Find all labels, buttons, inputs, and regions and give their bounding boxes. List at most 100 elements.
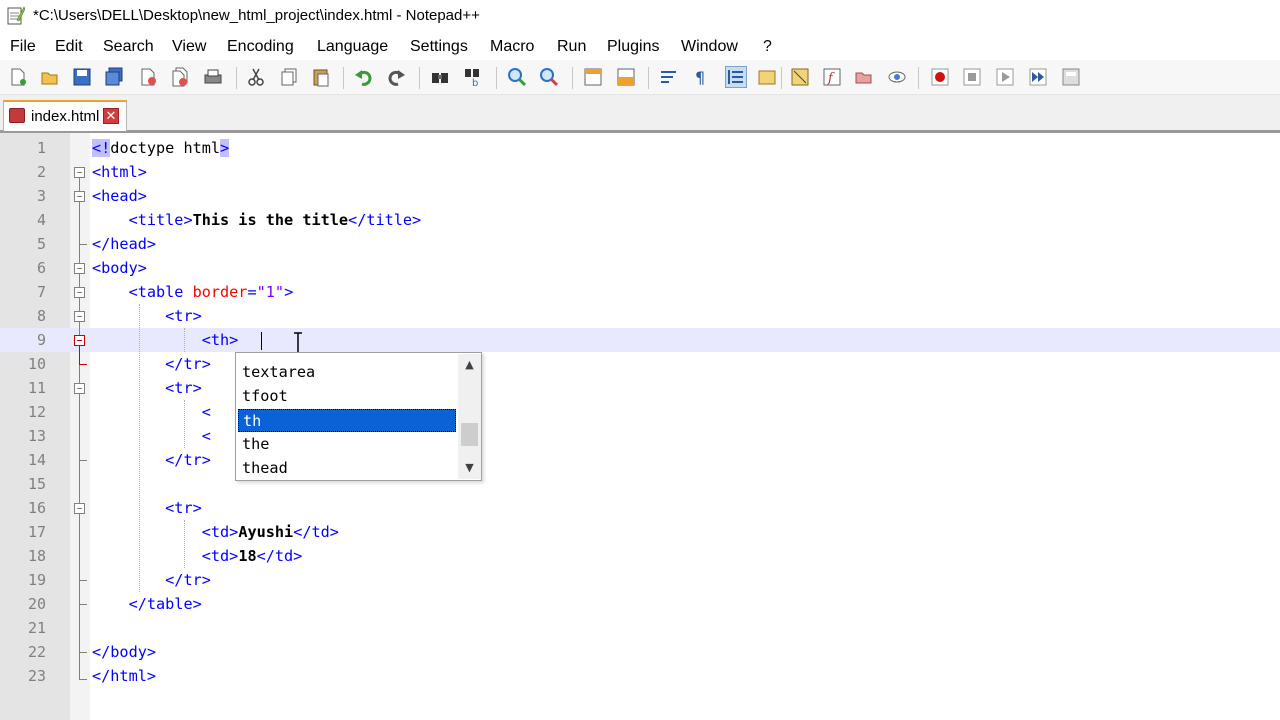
line-number: 13 (27, 427, 46, 445)
line-number: 1 (36, 139, 46, 157)
code-token: doctype html (110, 139, 221, 157)
scroll-down-icon[interactable]: ▼ (458, 457, 481, 479)
fold-toggle-icon[interactable] (74, 263, 85, 274)
menu-help[interactable]: ? (763, 38, 772, 56)
window-title: *C:\Users\DELL\Desktop\new_html_project\… (33, 7, 480, 24)
folder-workspace-icon[interactable] (854, 67, 874, 87)
menu-view[interactable]: View (172, 38, 206, 56)
code-line: 11 <tr> (0, 376, 1280, 400)
line-number: 11 (27, 379, 46, 397)
monitoring-icon[interactable] (887, 67, 907, 87)
fold-end-marker (79, 679, 87, 680)
replace-icon[interactable]: b (463, 67, 483, 87)
print-icon[interactable] (203, 67, 223, 87)
autocomplete-item-selected[interactable]: th (238, 409, 456, 432)
tab-close-icon[interactable]: ✕ (103, 108, 119, 124)
cut-icon[interactable] (246, 67, 266, 87)
menu-plugins[interactable]: Plugins (607, 38, 659, 56)
autocomplete-scrollbar[interactable]: ▲ ▼ (458, 354, 481, 479)
notepad-app-icon[interactable] (7, 5, 25, 25)
show-all-chars-icon[interactable]: ¶ (691, 67, 711, 87)
code-line: 21 (0, 616, 1280, 640)
menu-edit[interactable]: Edit (55, 38, 83, 56)
paste-icon[interactable] (311, 67, 331, 87)
new-file-icon[interactable] (8, 67, 28, 87)
fold-toggle-icon[interactable] (74, 287, 85, 298)
code-token: <title> (128, 211, 193, 229)
line-number: 17 (27, 523, 46, 541)
fold-toggle-icon[interactable] (74, 191, 85, 202)
menu-window[interactable]: Window (681, 38, 738, 56)
sync-horizontal-icon[interactable] (616, 67, 636, 87)
indent-guide-icon[interactable] (725, 66, 747, 88)
toolbar: b ¶ f (0, 60, 1280, 95)
fold-toggle-icon[interactable] (74, 311, 85, 322)
line-number: 23 (27, 667, 46, 685)
save-macro-icon[interactable] (1061, 67, 1081, 87)
tab-index-html[interactable]: index.html ✕ (3, 100, 127, 131)
line-number: 4 (36, 211, 46, 229)
code-token: < (201, 427, 211, 445)
run-macro-multiple-icon[interactable] (1028, 67, 1048, 87)
autocomplete-item[interactable]: textarea (238, 361, 456, 384)
line-number: 14 (27, 451, 46, 469)
fold-toggle-icon[interactable] (74, 503, 85, 514)
fold-toggle-icon[interactable] (74, 335, 85, 346)
svg-text:¶: ¶ (695, 68, 705, 87)
play-macro-icon[interactable] (995, 67, 1015, 87)
code-line: 15 (0, 472, 1280, 496)
zoom-in-icon[interactable] (507, 67, 527, 87)
menu-run[interactable]: Run (557, 38, 586, 56)
menu-search[interactable]: Search (103, 38, 154, 56)
save-all-icon[interactable] (104, 67, 124, 87)
menu-macro[interactable]: Macro (490, 38, 534, 56)
code-token: Ayushi (238, 523, 294, 541)
toolbar-separator (781, 67, 782, 89)
text-caret (261, 332, 262, 350)
line-number: 19 (27, 571, 46, 589)
stop-record-icon[interactable] (962, 67, 982, 87)
autocomplete-item[interactable]: thead (238, 457, 456, 480)
code-editor[interactable]: 1 <!doctype html> 2 <html> 3 <head> 4 <titl… (0, 133, 1280, 720)
fold-toggle-icon[interactable] (74, 383, 85, 394)
line-number: 7 (36, 283, 46, 301)
autocomplete-item[interactable]: the (238, 433, 456, 456)
open-file-icon[interactable] (40, 67, 60, 87)
title-bar: *C:\Users\DELL\Desktop\new_html_project\… (0, 0, 1280, 34)
record-macro-icon[interactable] (930, 67, 950, 87)
function-list-icon[interactable]: f (822, 67, 842, 87)
undo-icon[interactable] (354, 67, 374, 87)
autocomplete-item[interactable]: tfoot (238, 385, 456, 408)
code-token: <td> (201, 523, 239, 541)
sync-vertical-icon[interactable] (583, 67, 603, 87)
copy-icon[interactable] (279, 67, 299, 87)
user-language-icon[interactable] (757, 67, 777, 87)
indent-guide (139, 304, 140, 592)
close-icon[interactable] (138, 67, 158, 87)
menu-settings[interactable]: Settings (410, 38, 468, 56)
save-icon[interactable] (72, 67, 92, 87)
menu-encoding[interactable]: Encoding (227, 38, 294, 56)
document-map-icon[interactable] (790, 67, 810, 87)
find-icon[interactable] (430, 67, 450, 87)
code-token: < (201, 403, 211, 421)
code-token: > (220, 139, 230, 157)
menu-language[interactable]: Language (317, 38, 388, 56)
menu-file[interactable]: File (10, 38, 36, 56)
fold-toggle-icon[interactable] (74, 167, 85, 178)
code-token: = (247, 283, 257, 301)
code-token: </title> (348, 211, 422, 229)
word-wrap-icon[interactable] (659, 67, 679, 87)
close-all-icon[interactable] (170, 67, 190, 87)
scroll-up-icon[interactable]: ▲ (458, 354, 481, 376)
scrollbar-thumb[interactable] (461, 423, 478, 446)
zoom-out-icon[interactable] (539, 67, 559, 87)
indent-guide (184, 400, 185, 448)
redo-icon[interactable] (386, 67, 406, 87)
